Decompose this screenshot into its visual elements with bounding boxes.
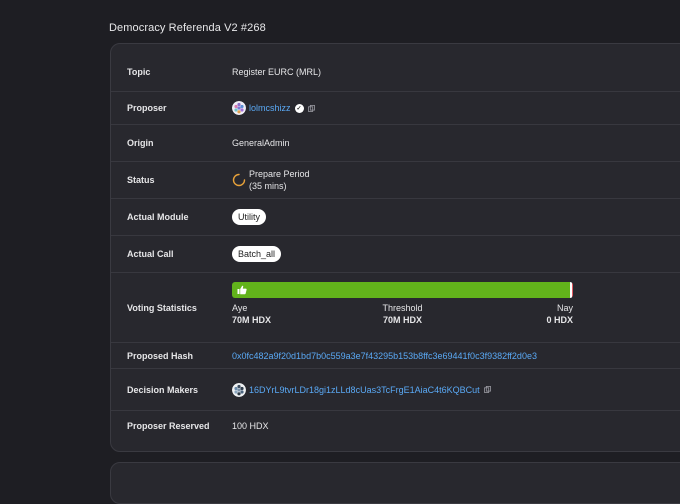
topic-label: Topic xyxy=(127,66,151,77)
topic-value: Register EURC (MRL) xyxy=(232,66,322,77)
page-title: Democracy Referenda V2 #268 xyxy=(109,22,266,34)
row-status: Status Prepare Period (35 mins) xyxy=(111,162,680,199)
decision-link[interactable]: 16DYrL9tvrLDr18gi1zLLd8cUas3TcFrgE1AiaC4… xyxy=(249,385,480,395)
threshold-label: Threshold xyxy=(382,303,423,313)
vote-labels: Aye Threshold Nay xyxy=(232,303,573,315)
row-proposed-hash: Proposed Hash 0x0fc482a9f20d1bd7b0c559a3… xyxy=(111,343,680,369)
verified-badge-icon: ✓ xyxy=(294,103,304,113)
row-actual-call: Actual Call Batch_all xyxy=(111,236,680,273)
status-label: Status xyxy=(127,175,155,185)
row-topic: Topic Register EURC (MRL) xyxy=(111,52,680,92)
decision-value: 16DYrL9tvrLDr18gi1zLLd8cUas3TcFrgE1AiaC4… xyxy=(232,382,491,397)
row-proposer: Proposer lolmcshizz ✓ xyxy=(111,92,680,125)
voting-label: Voting Statistics xyxy=(127,302,197,313)
copy-icon[interactable] xyxy=(307,104,315,112)
vote-values: 70M HDX 70M HDX 0 HDX xyxy=(232,315,573,327)
hash-label: Proposed Hash xyxy=(127,350,194,361)
row-decision-makers: Decision Makers 16DYrL9tvrLDr18gi1zLLd8c… xyxy=(111,369,680,411)
proposer-avatar[interactable] xyxy=(232,101,246,115)
nay-label: Nay xyxy=(556,303,573,313)
vote-bar xyxy=(232,282,573,298)
thumbs-up-icon xyxy=(237,285,247,295)
loading-spinner-icon xyxy=(232,173,246,187)
proposer-link[interactable]: lolmcshizz xyxy=(249,103,291,113)
nay-bar xyxy=(571,282,573,298)
copy-icon[interactable] xyxy=(483,386,491,393)
next-card xyxy=(110,462,680,504)
status-phase: Prepare Period xyxy=(249,169,310,179)
proposer-label: Proposer xyxy=(127,103,167,113)
origin-value: GeneralAdmin xyxy=(232,138,290,148)
status-value: Prepare Period (35 mins) xyxy=(232,168,310,192)
threshold-value: 70M HDX xyxy=(382,315,422,325)
row-voting-statistics: Voting Statistics Aye Threshold Nay 70M … xyxy=(111,273,680,343)
origin-label: Origin xyxy=(127,138,154,148)
row-actual-module: Actual Module Utility xyxy=(111,199,680,236)
row-origin: Origin GeneralAdmin xyxy=(111,125,680,162)
hash-link[interactable]: 0x0fc482a9f20d1bd7b0c559a3e7f43295b153b8… xyxy=(232,351,537,361)
status-time: (35 mins) xyxy=(249,181,287,191)
call-label: Actual Call xyxy=(127,249,174,259)
row-proposer-reserved: Proposer Reserved 100 HDX xyxy=(111,411,680,441)
proposer-value: lolmcshizz ✓ xyxy=(232,101,315,115)
decision-label: Decision Makers xyxy=(127,384,199,395)
decision-avatar[interactable] xyxy=(232,382,246,397)
module-value: Utility xyxy=(232,209,266,225)
nay-value: 0 HDX xyxy=(546,315,573,325)
module-label: Actual Module xyxy=(127,212,189,222)
reserved-value: 100 HDX xyxy=(232,421,269,431)
call-pill: Batch_all xyxy=(232,246,282,262)
referendum-details-card: Topic Register EURC (MRL) Proposer lolmc… xyxy=(110,43,680,452)
status-text: Prepare Period (35 mins) xyxy=(249,168,310,192)
aye-bar xyxy=(232,282,570,298)
reserved-label: Proposer Reserved xyxy=(127,421,210,431)
call-value: Batch_all xyxy=(232,246,282,262)
module-pill: Utility xyxy=(232,209,266,225)
